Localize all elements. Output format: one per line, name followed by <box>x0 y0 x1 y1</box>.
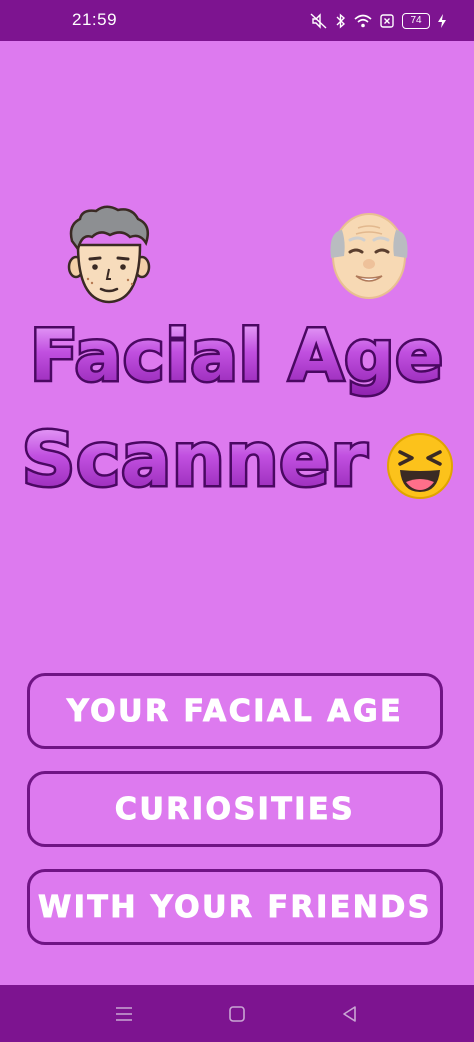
charging-icon <box>438 14 446 28</box>
wifi-icon <box>354 14 372 28</box>
bluetooth-icon <box>336 13 346 29</box>
status-icons: 74 <box>310 12 446 30</box>
curiosities-button[interactable]: CURIOSITIES <box>27 771 443 847</box>
status-bar: 21:59 74 <box>0 0 474 41</box>
navigation-bar <box>0 985 474 1042</box>
menu-icon[interactable] <box>112 1002 136 1026</box>
title-line-2: Scanner <box>22 417 368 503</box>
mute-icon <box>310 13 328 29</box>
young-man-face-icon <box>67 205 151 304</box>
hero-logo: Facial Age Scanner <box>0 190 474 520</box>
curiosities-label: CURIOSITIES <box>114 791 356 827</box>
laughing-face-icon <box>387 433 453 499</box>
sim-off-icon <box>380 14 394 28</box>
with-your-friends-button[interactable]: WITH YOUR FRIENDS <box>27 869 443 945</box>
battery-icon: 74 <box>402 13 430 29</box>
your-facial-age-button[interactable]: YOUR FACIAL AGE <box>27 673 443 749</box>
your-facial-age-label: YOUR FACIAL AGE <box>66 693 404 729</box>
with-your-friends-label: WITH YOUR FRIENDS <box>38 889 432 925</box>
status-clock: 21:59 <box>72 10 118 29</box>
old-man-face-icon <box>330 213 408 299</box>
title-line-1: Facial Age <box>30 315 444 397</box>
home-icon[interactable] <box>225 1002 249 1026</box>
back-icon[interactable] <box>338 1002 362 1026</box>
